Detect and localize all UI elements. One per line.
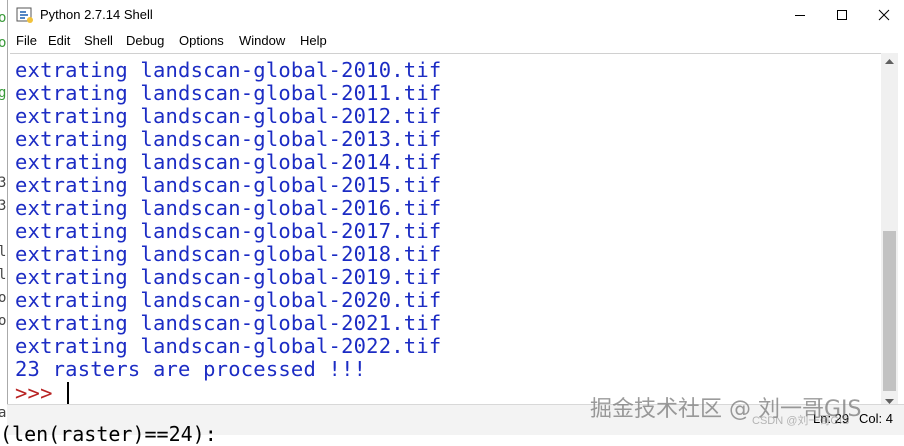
output-line: extrating landscan-global-2011.tif [15, 81, 442, 105]
menu-options[interactable]: Options [179, 33, 224, 48]
output-line: extrating landscan-global-2010.tif [15, 58, 442, 82]
background-char: l [0, 267, 7, 283]
menu-bar: File Edit Shell Debug Options Window Hel… [8, 30, 904, 52]
background-code-fragment: (len(raster)==24): [0, 422, 217, 446]
vertical-scrollbar[interactable] [881, 53, 898, 410]
menu-debug[interactable]: Debug [126, 33, 164, 48]
column-number: Col: 4 [859, 411, 893, 426]
csdn-watermark: CSDN @刘一哥GIS [752, 415, 850, 427]
maximize-icon [837, 10, 847, 20]
minimize-icon [795, 15, 805, 16]
output-line: extrating landscan-global-2014.tif [15, 150, 442, 174]
text-cursor [67, 382, 69, 404]
shell-prompt: >>> [15, 381, 66, 405]
close-button[interactable] [863, 0, 904, 30]
output-line: extrating landscan-global-2021.tif [15, 311, 442, 335]
close-icon [878, 9, 890, 21]
output-line: extrating landscan-global-2016.tif [15, 196, 442, 220]
output-line: extrating landscan-global-2013.tif [15, 127, 442, 151]
background-char: 3 [0, 175, 7, 191]
background-char: o [0, 35, 7, 51]
window-title: Python 2.7.14 Shell [40, 7, 153, 22]
caret-up-icon [885, 59, 894, 64]
background-char: a [0, 405, 7, 421]
scroll-thumb[interactable] [883, 231, 896, 391]
output-line: extrating landscan-global-2022.tif [15, 334, 442, 358]
background-char: l [0, 244, 7, 260]
python-idle-icon [16, 7, 33, 23]
maximize-button[interactable] [821, 0, 863, 30]
output-line: extrating landscan-global-2015.tif [15, 173, 442, 197]
menu-file[interactable]: File [16, 33, 37, 48]
background-char: o [0, 290, 7, 306]
minimize-button[interactable] [779, 0, 821, 30]
menu-shell[interactable]: Shell [84, 33, 113, 48]
scroll-up-button[interactable] [881, 53, 898, 69]
idle-shell-window: Python 2.7.14 Shell File Edit Shell Debu… [7, 0, 904, 411]
title-bar[interactable]: Python 2.7.14 Shell [8, 0, 904, 30]
background-char: o [0, 313, 7, 329]
background-char: g [0, 85, 7, 101]
background-char: 3 [0, 198, 7, 214]
output-line: extrating landscan-global-2017.tif [15, 219, 442, 243]
menu-help[interactable]: Help [300, 33, 327, 48]
output-line: extrating landscan-global-2019.tif [15, 265, 442, 289]
background-char: o [0, 10, 7, 26]
output-line: extrating landscan-global-2018.tif [15, 242, 442, 266]
menu-edit[interactable]: Edit [48, 33, 70, 48]
menu-window[interactable]: Window [239, 33, 285, 48]
output-line: 23 rasters are processed !!! [15, 357, 367, 381]
output-line: extrating landscan-global-2012.tif [15, 104, 442, 128]
shell-output-area[interactable]: extrating landscan-global-2010.tif extra… [10, 53, 882, 411]
output-line: extrating landscan-global-2020.tif [15, 288, 442, 312]
